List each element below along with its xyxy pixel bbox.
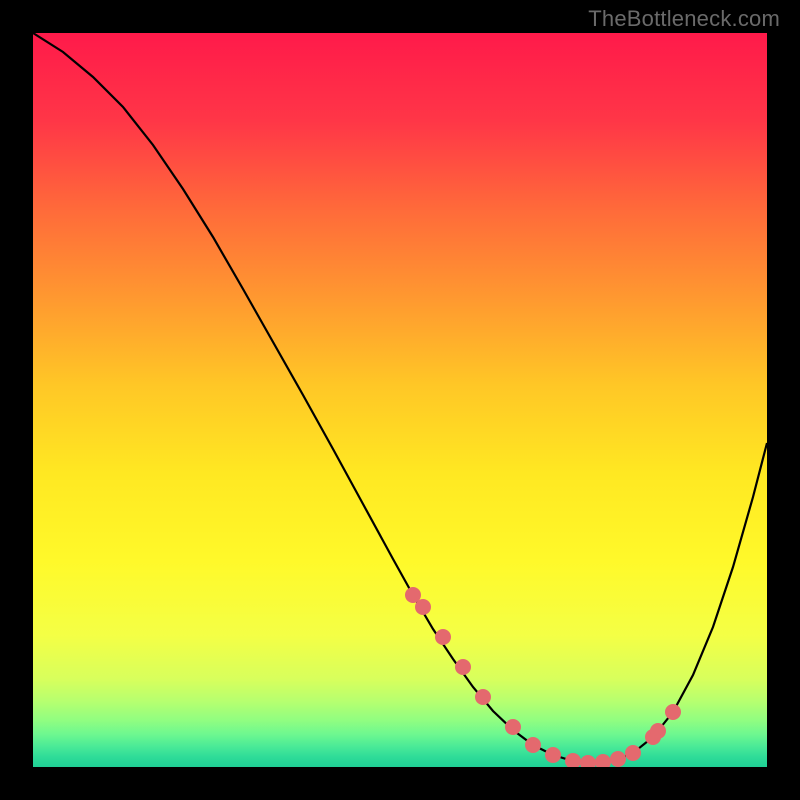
marker-dot (665, 704, 681, 720)
curve-layer (33, 33, 767, 767)
bottleneck-curve (33, 33, 767, 763)
marker-dot (565, 753, 581, 767)
marker-dot (525, 737, 541, 753)
marker-dot (545, 747, 561, 763)
marker-dot (505, 719, 521, 735)
marker-dot (650, 723, 666, 739)
marker-group (405, 587, 681, 767)
marker-dot (610, 751, 626, 767)
marker-dot (455, 659, 471, 675)
marker-dot (595, 754, 611, 767)
plot-area (33, 33, 767, 767)
marker-dot (435, 629, 451, 645)
marker-dot (475, 689, 491, 705)
marker-dot (415, 599, 431, 615)
watermark-text: TheBottleneck.com (588, 6, 780, 32)
chart-frame: TheBottleneck.com (0, 0, 800, 800)
marker-dot (625, 745, 641, 761)
marker-dot (580, 755, 596, 767)
